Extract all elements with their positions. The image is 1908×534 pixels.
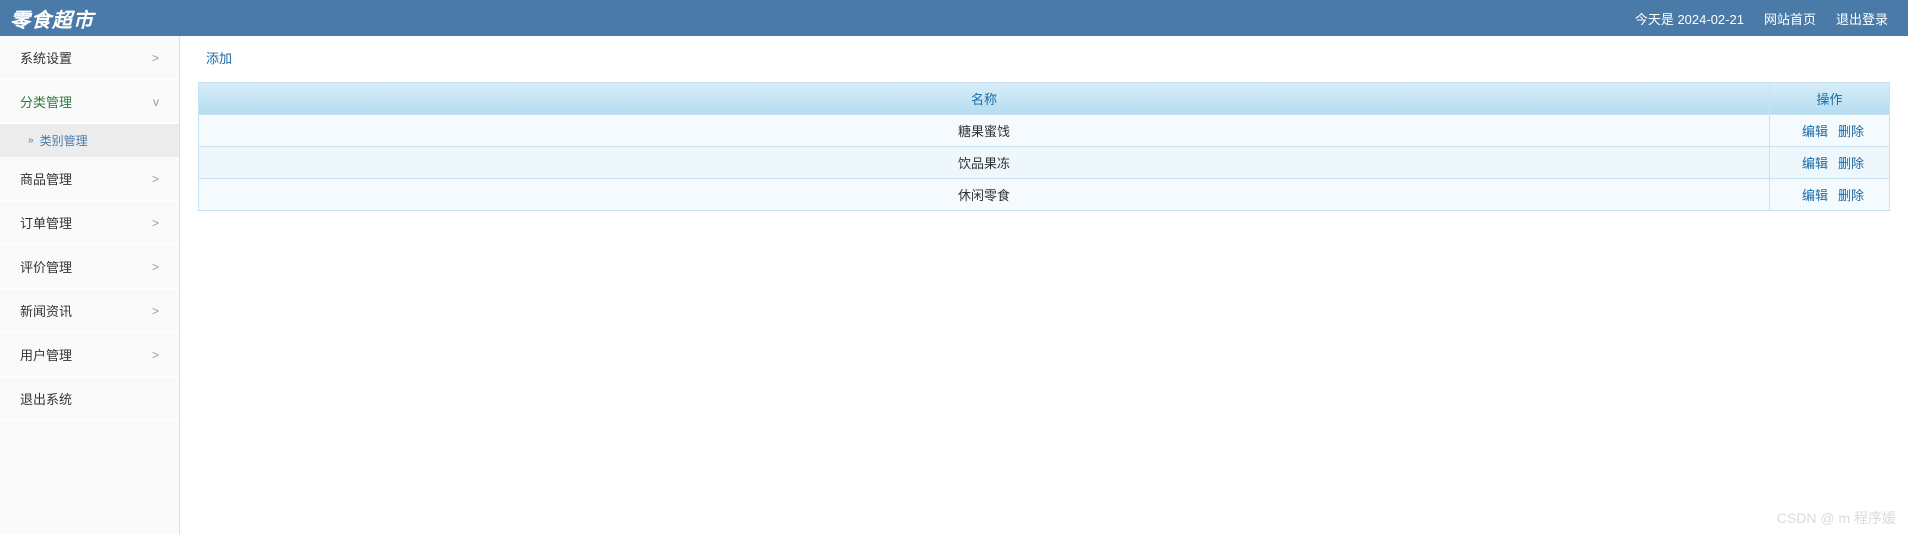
delete-link[interactable]: 删除: [1838, 156, 1864, 171]
menu-label: 退出系统: [20, 389, 72, 408]
menu-label: 系统设置: [20, 48, 72, 67]
menu-exit-system[interactable]: 退出系统: [0, 377, 179, 421]
table-row: 饮品果冻编辑删除: [199, 147, 1890, 179]
col-header-action: 操作: [1770, 83, 1890, 115]
menu-label: 评价管理: [20, 257, 72, 276]
delete-link[interactable]: 删除: [1838, 124, 1864, 139]
logout-link[interactable]: 退出登录: [1836, 9, 1888, 28]
submenu-category-types[interactable]: » 类别管理: [0, 124, 179, 157]
add-button[interactable]: 添加: [198, 48, 232, 67]
menu-news[interactable]: 新闻资讯 >: [0, 289, 179, 333]
category-table: 名称 操作 糖果蜜饯编辑删除饮品果冻编辑删除休闲零食编辑删除: [198, 82, 1890, 211]
double-chevron-icon: »: [28, 135, 34, 146]
menu-label: 分类管理: [20, 92, 72, 111]
cell-actions: 编辑删除: [1770, 115, 1890, 147]
site-logo: 零食超市: [10, 4, 94, 33]
cell-name: 休闲零食: [199, 179, 1770, 211]
cell-name: 饮品果冻: [199, 147, 1770, 179]
home-link[interactable]: 网站首页: [1764, 9, 1816, 28]
menu-user-manage[interactable]: 用户管理 >: [0, 333, 179, 377]
delete-link[interactable]: 删除: [1838, 188, 1864, 203]
menu-review-manage[interactable]: 评价管理 >: [0, 245, 179, 289]
menu-label: 订单管理: [20, 213, 72, 232]
edit-link[interactable]: 编辑: [1802, 124, 1828, 139]
chevron-down-icon: v: [153, 95, 159, 109]
menu-system-settings[interactable]: 系统设置 >: [0, 36, 179, 80]
col-header-name: 名称: [199, 83, 1770, 115]
main-container: 系统设置 > 分类管理 v » 类别管理 商品管理 > 订单管理 > 评价管理 …: [0, 36, 1908, 534]
chevron-right-icon: >: [152, 216, 159, 230]
table-row: 糖果蜜饯编辑删除: [199, 115, 1890, 147]
menu-label: 新闻资讯: [20, 301, 72, 320]
menu-label: 商品管理: [20, 169, 72, 188]
today-date: 今天是 2024-02-21: [1635, 9, 1744, 28]
chevron-right-icon: >: [152, 348, 159, 362]
table-header-row: 名称 操作: [199, 83, 1890, 115]
menu-product-manage[interactable]: 商品管理 >: [0, 157, 179, 201]
submenu-label: 类别管理: [40, 132, 88, 149]
top-header: 零食超市 今天是 2024-02-21 网站首页 退出登录: [0, 0, 1908, 36]
chevron-right-icon: >: [152, 172, 159, 186]
menu-label: 用户管理: [20, 345, 72, 364]
sidebar: 系统设置 > 分类管理 v » 类别管理 商品管理 > 订单管理 > 评价管理 …: [0, 36, 180, 534]
header-right: 今天是 2024-02-21 网站首页 退出登录: [1635, 9, 1888, 28]
chevron-right-icon: >: [152, 304, 159, 318]
edit-link[interactable]: 编辑: [1802, 188, 1828, 203]
cell-actions: 编辑删除: [1770, 179, 1890, 211]
edit-link[interactable]: 编辑: [1802, 156, 1828, 171]
content-area: 添加 名称 操作 糖果蜜饯编辑删除饮品果冻编辑删除休闲零食编辑删除: [180, 36, 1908, 534]
cell-actions: 编辑删除: [1770, 147, 1890, 179]
table-row: 休闲零食编辑删除: [199, 179, 1890, 211]
cell-name: 糖果蜜饯: [199, 115, 1770, 147]
chevron-right-icon: >: [152, 260, 159, 274]
chevron-right-icon: >: [152, 51, 159, 65]
menu-order-manage[interactable]: 订单管理 >: [0, 201, 179, 245]
watermark: CSDN @ m 程序媛: [1777, 508, 1896, 528]
menu-category-manage[interactable]: 分类管理 v: [0, 80, 179, 124]
